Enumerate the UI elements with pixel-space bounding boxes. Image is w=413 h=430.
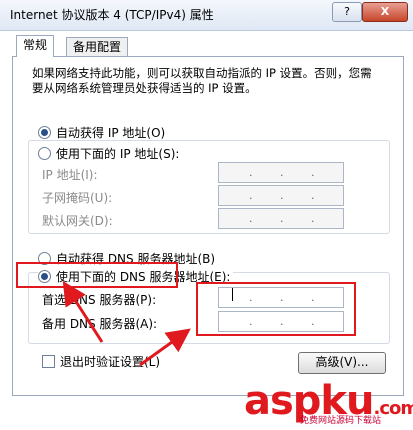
subnet-mask-label: 子网掩码(U):	[42, 191, 113, 205]
ip-dot: .	[249, 189, 253, 202]
checkbox-icon	[42, 355, 55, 368]
title-bar: Internet 协议版本 4 (TCP/IPv4) 属性 ? X	[0, 0, 413, 31]
description-text: 如果网络支持此功能，则可以获取自动指派的 IP 设置。否则，您需要从网络系统管理…	[32, 66, 372, 95]
ip-dot: .	[280, 189, 284, 202]
radio-selected-icon	[38, 126, 51, 139]
default-gateway-label: 默认网关(D):	[42, 214, 113, 228]
help-button[interactable]: ?	[332, 2, 362, 22]
close-button[interactable]: X	[362, 2, 408, 22]
validate-settings-label: 退出时验证设置(L)	[60, 355, 161, 369]
ip-address-label: IP 地址(I):	[42, 168, 98, 182]
tab-general[interactable]: 常规	[16, 35, 55, 57]
tab-alternate-config[interactable]: 备用配置	[66, 37, 129, 57]
radio-unselected-icon	[38, 147, 51, 160]
radio-manual-ip-label: 使用下面的 IP 地址(S):	[56, 147, 180, 161]
ip-dot: .	[280, 166, 284, 179]
advanced-button[interactable]: 高级(V)...	[298, 352, 386, 374]
alternate-dns-label: 备用 DNS 服务器(A):	[42, 317, 158, 331]
ip-dot: .	[311, 166, 315, 179]
ip-dot: .	[311, 189, 315, 202]
window-title: Internet 协议版本 4 (TCP/IPv4) 属性	[10, 8, 214, 22]
watermark-subtitle: 免费网站源码下载站	[300, 416, 382, 426]
ip-dot: .	[249, 212, 253, 225]
annotation-box-manual-dns	[16, 262, 178, 288]
ip-dot: .	[311, 212, 315, 225]
ip-dot: .	[280, 212, 284, 225]
preferred-dns-label: 首选 DNS 服务器(P):	[42, 293, 157, 307]
radio-auto-ip[interactable]: 自动获得 IP 地址(O)	[38, 124, 165, 141]
ip-dot: .	[249, 166, 253, 179]
validate-settings-checkbox[interactable]: 退出时验证设置(L)	[42, 353, 160, 370]
radio-auto-ip-label: 自动获得 IP 地址(O)	[56, 126, 166, 140]
default-gateway-input[interactable]: ...	[218, 208, 344, 229]
radio-manual-ip[interactable]: 使用下面的 IP 地址(S):	[38, 145, 183, 162]
subnet-mask-input[interactable]: ...	[218, 185, 344, 206]
annotation-box-dns-inputs	[196, 282, 356, 336]
ip-address-input[interactable]: ...	[218, 162, 344, 183]
